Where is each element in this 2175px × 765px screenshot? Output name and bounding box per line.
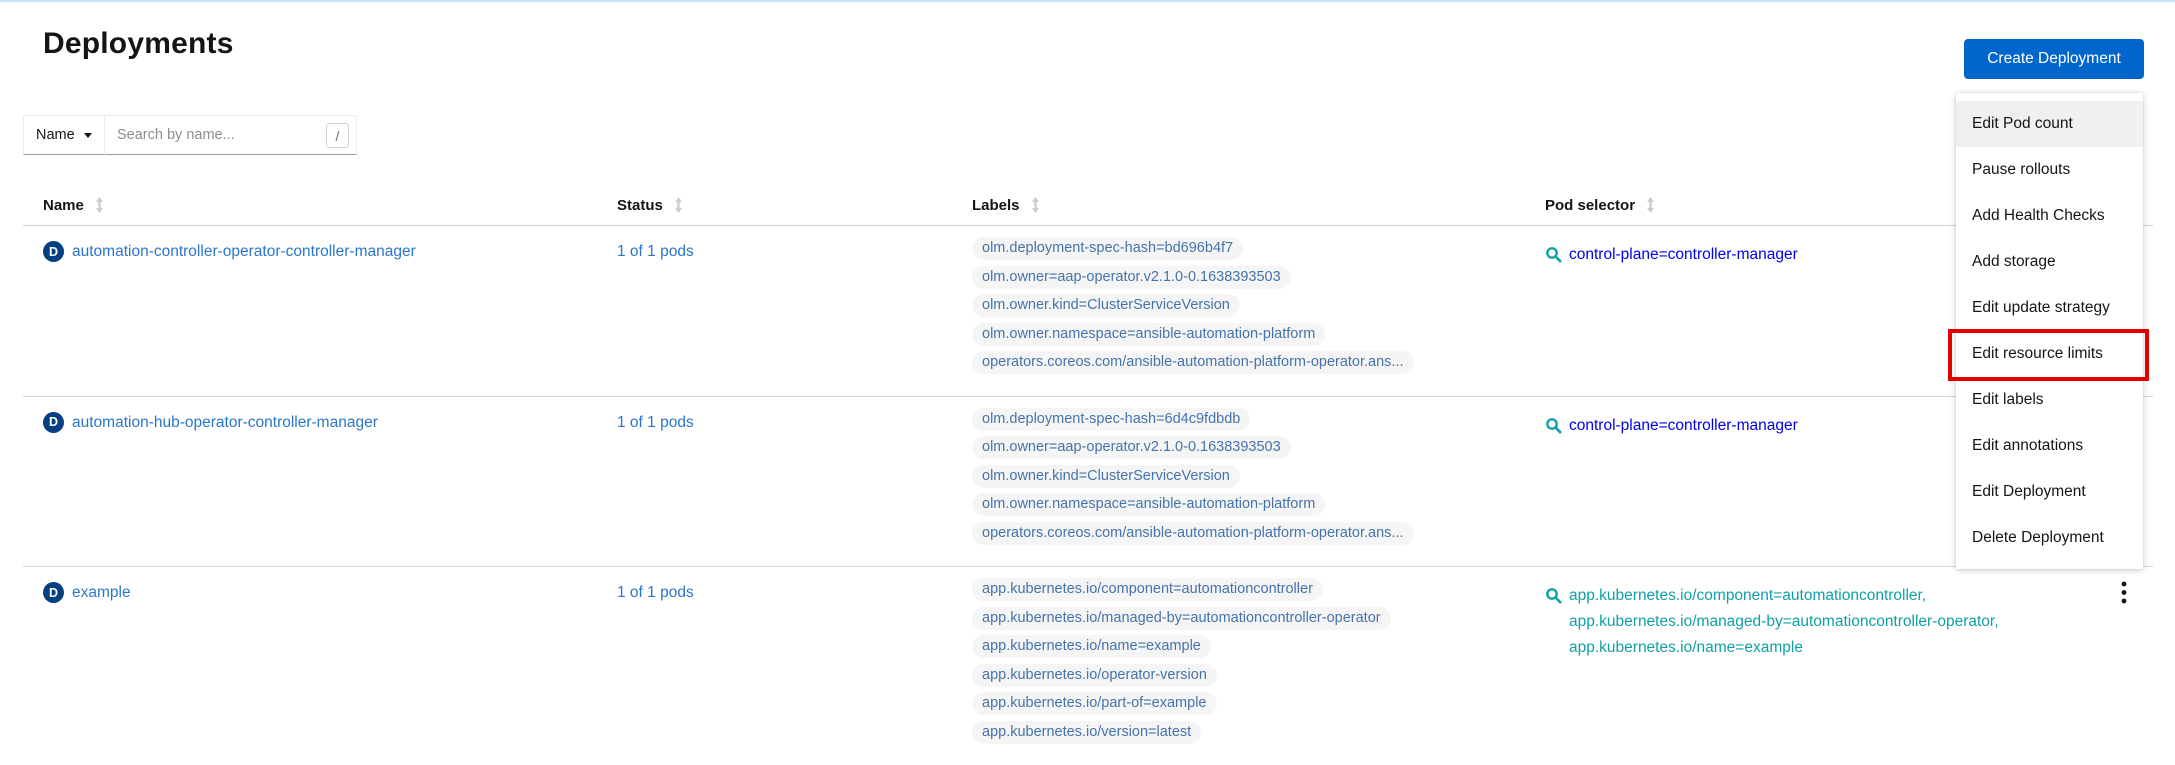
label-chip: app.kubernetes.io/version=latest: [972, 721, 1201, 744]
label-chip: app.kubernetes.io/operator-version: [972, 664, 1217, 687]
sort-icon[interactable]: [673, 197, 684, 213]
page-title: Deployments: [43, 27, 234, 61]
label-chip: operators.coreos.com/ansible-automation-…: [972, 522, 1414, 545]
deployment-badge-icon: D: [43, 241, 64, 262]
label-chip: olm.deployment-spec-hash=6d4c9fdbdb: [972, 408, 1250, 431]
filter-toolbar: Name /: [23, 115, 357, 155]
label-chip: app.kubernetes.io/part-of=example: [972, 692, 1217, 715]
search-icon: [1545, 246, 1562, 268]
label-chip: olm.owner.namespace=ansible-automation-p…: [972, 493, 1325, 516]
column-header-labels[interactable]: Labels: [960, 185, 1545, 225]
chevron-down-icon: [84, 133, 92, 138]
keyboard-shortcut-badge: /: [326, 123, 349, 148]
deployment-badge-icon: D: [43, 412, 64, 433]
menu-item-edit-pod-count[interactable]: Edit Pod count: [1956, 101, 2143, 147]
sort-icon[interactable]: [1645, 197, 1656, 213]
table-row: D automation-controller-operator-control…: [23, 226, 2153, 397]
sort-icon[interactable]: [1030, 197, 1041, 213]
deployment-name-link[interactable]: automation-controller-operator-controlle…: [72, 242, 416, 262]
kebab-menu-button[interactable]: [2109, 579, 2139, 609]
table-header-row: Name Status Labels Pod selector: [23, 185, 2153, 226]
search-icon: [1545, 417, 1562, 439]
menu-item-edit-resource-limits[interactable]: Edit resource limits: [1956, 331, 2143, 377]
pod-selector-link[interactable]: control-plane=controller-manager: [1569, 246, 1798, 263]
menu-item-edit-annotations[interactable]: Edit annotations: [1956, 423, 2143, 469]
label-chip: olm.owner.kind=ClusterServiceVersion: [972, 294, 1240, 317]
sort-icon[interactable]: [94, 197, 105, 213]
label-chip: olm.owner.namespace=ansible-automation-p…: [972, 323, 1325, 346]
top-divider: [0, 0, 2175, 2]
label-chip: app.kubernetes.io/managed-by=automationc…: [972, 607, 1391, 630]
pod-selector-link[interactable]: app.kubernetes.io/component=automationco…: [1569, 583, 1999, 661]
pods-status-link[interactable]: 1 of 1 pods: [617, 414, 694, 431]
label-chip: olm.owner=aap-operator.v2.1.0-0.16383935…: [972, 436, 1291, 459]
menu-item-pause-rollouts[interactable]: Pause rollouts: [1956, 147, 2143, 193]
column-header-status[interactable]: Status: [617, 185, 960, 225]
pod-selector-link[interactable]: control-plane=controller-manager: [1569, 417, 1798, 434]
deployments-table: Name Status Labels Pod selector D: [23, 185, 2153, 765]
search-input[interactable]: [105, 115, 357, 155]
create-deployment-button[interactable]: Create Deployment: [1964, 39, 2144, 79]
label-chip: olm.deployment-spec-hash=bd696b4f7: [972, 237, 1243, 260]
label-chip: operators.coreos.com/ansible-automation-…: [972, 351, 1414, 374]
menu-item-add-health-checks[interactable]: Add Health Checks: [1956, 193, 2143, 239]
menu-item-edit-labels[interactable]: Edit labels: [1956, 377, 2143, 423]
label-chip: app.kubernetes.io/component=automationco…: [972, 578, 1323, 601]
table-row: D automation-hub-operator-controller-man…: [23, 397, 2153, 568]
label-chip: olm.owner=aap-operator.v2.1.0-0.16383935…: [972, 266, 1291, 289]
menu-item-delete-deployment[interactable]: Delete Deployment: [1956, 515, 2143, 561]
deployment-name-link[interactable]: automation-hub-operator-controller-manag…: [72, 413, 378, 433]
menu-item-edit-update-strategy[interactable]: Edit update strategy: [1956, 285, 2143, 331]
search-icon: [1545, 587, 1562, 609]
label-chip: app.kubernetes.io/name=example: [972, 635, 1211, 658]
menu-item-add-storage[interactable]: Add storage: [1956, 239, 2143, 285]
table-row: D example 1 of 1 pods app.kubernetes.io/…: [23, 567, 2153, 765]
column-header-name[interactable]: Name: [23, 185, 617, 225]
pods-status-link[interactable]: 1 of 1 pods: [617, 584, 694, 601]
filter-type-select[interactable]: Name: [23, 115, 105, 155]
deployment-badge-icon: D: [43, 582, 64, 603]
filter-type-label: Name: [36, 127, 75, 143]
pods-status-link[interactable]: 1 of 1 pods: [617, 243, 694, 260]
actions-dropdown-menu: Edit Pod count Pause rollouts Add Health…: [1956, 93, 2143, 569]
label-chip: olm.owner.kind=ClusterServiceVersion: [972, 465, 1240, 488]
menu-item-edit-deployment[interactable]: Edit Deployment: [1956, 469, 2143, 515]
deployment-name-link[interactable]: example: [72, 583, 131, 603]
